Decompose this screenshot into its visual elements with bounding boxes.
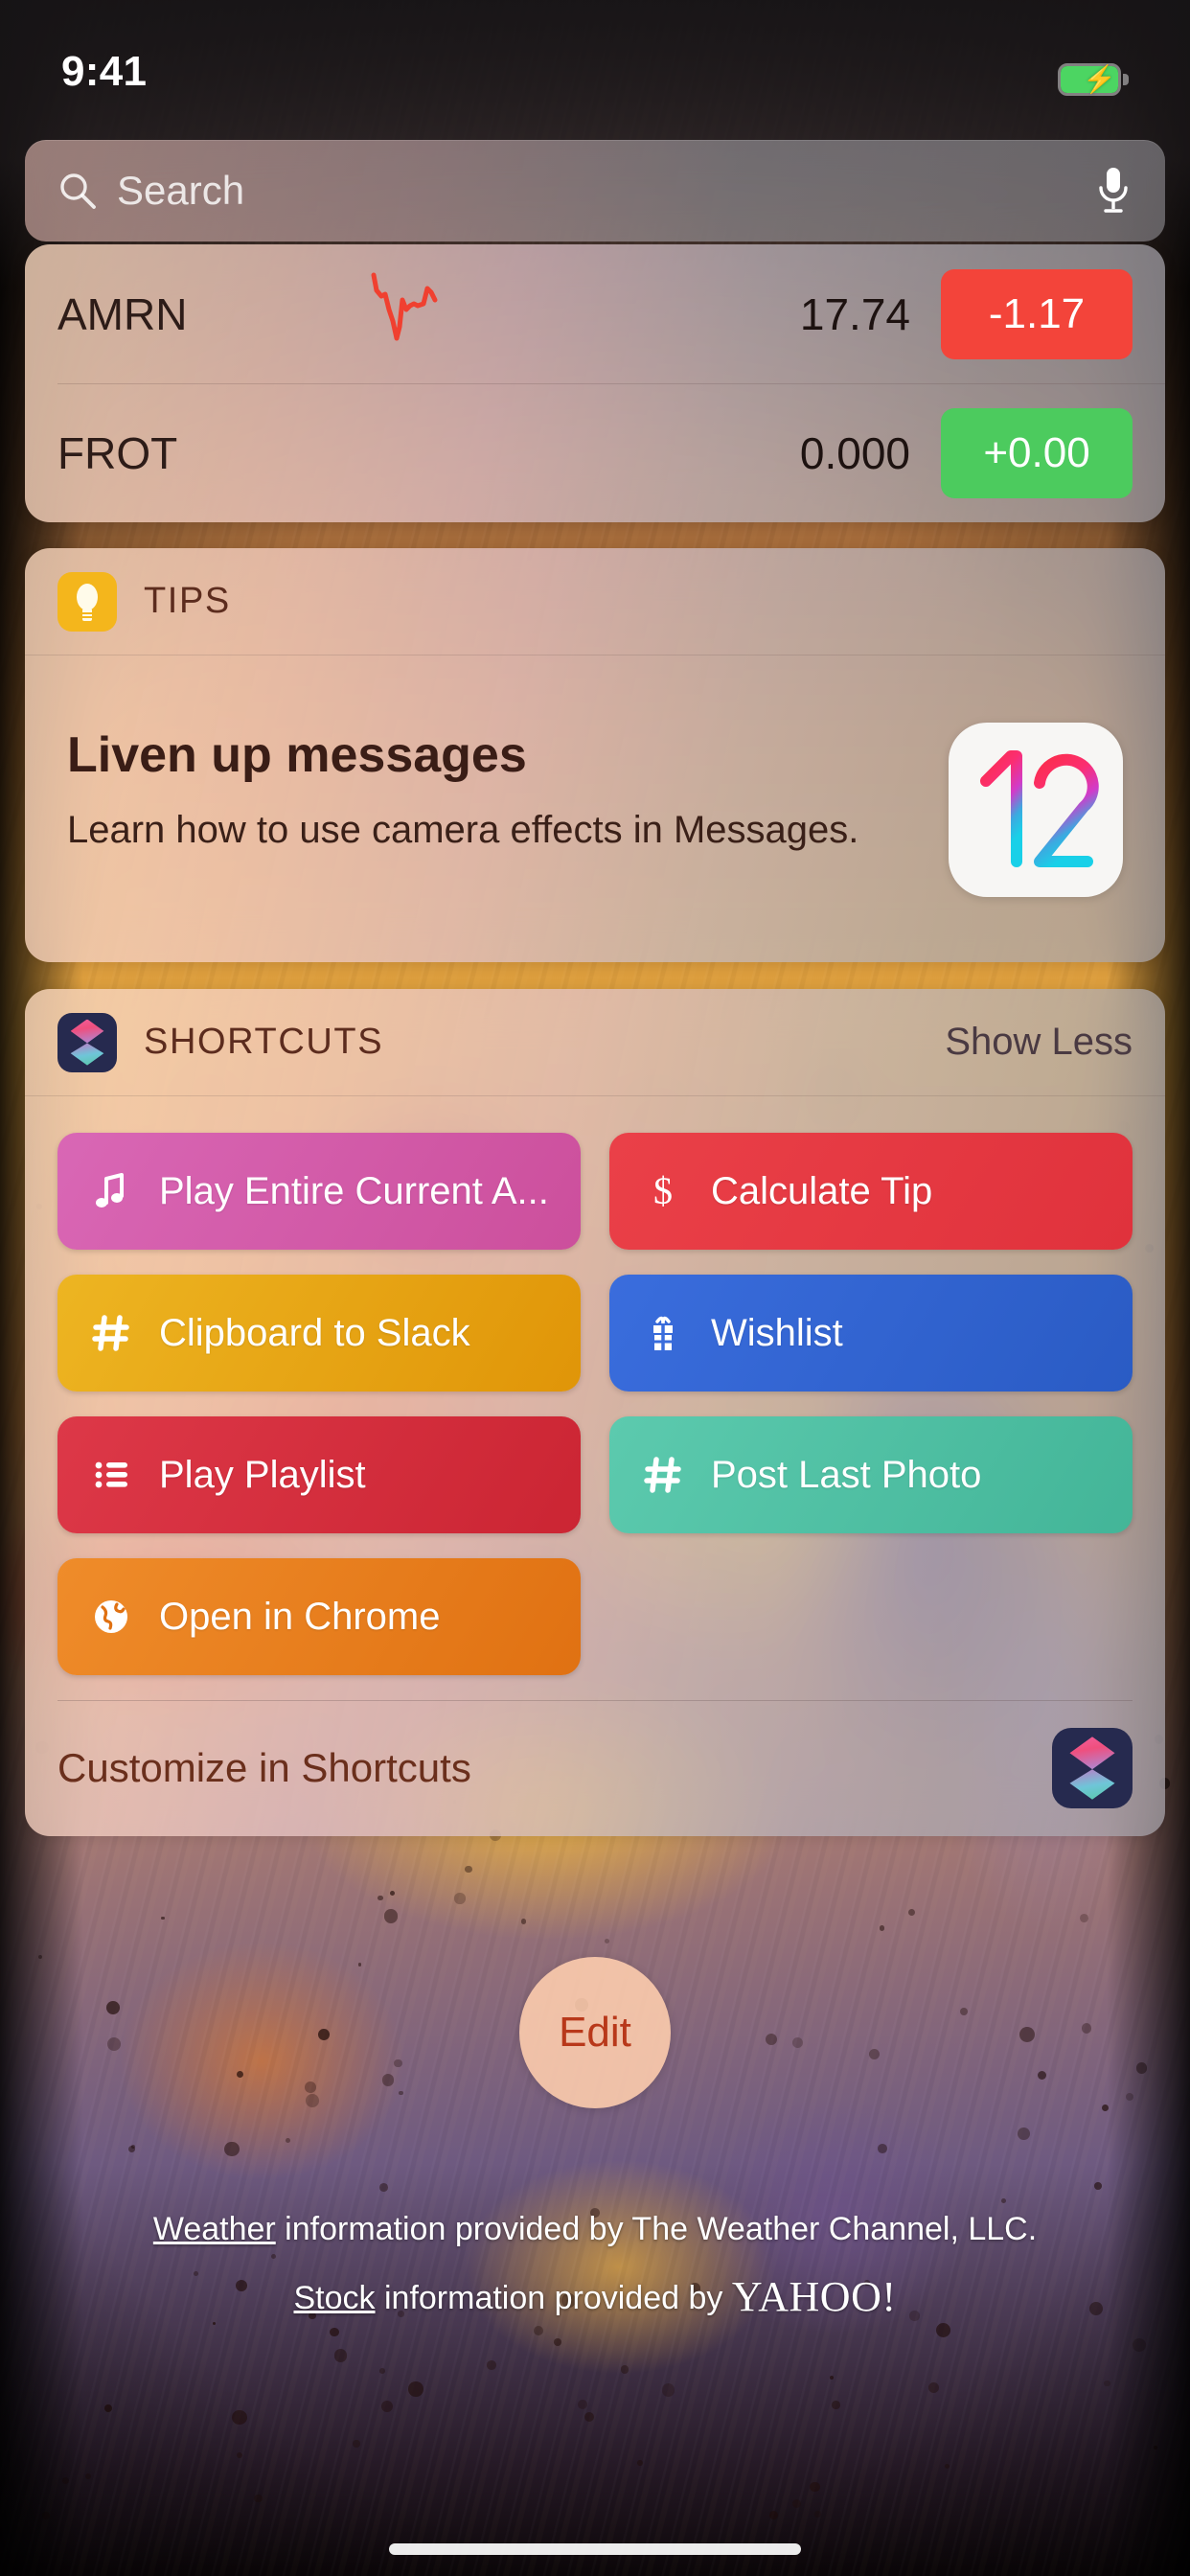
stock-symbol: FROT	[57, 427, 178, 478]
stock-sparkline-chart	[345, 271, 489, 357]
shortcut-button[interactable]: Wishlist	[609, 1275, 1133, 1392]
attribution-footer: Weather information provided by The Weat…	[0, 2204, 1190, 2339]
stock-price: 0.000	[799, 427, 910, 478]
shortcut-label: Wishlist	[711, 1311, 843, 1354]
iphone-today-view-screen: 9:41 ⚡ Search AMRN 17.74 -1.17 FROT 0.00…	[0, 0, 1190, 2576]
tips-text-block: Liven up messages Learn how to use camer…	[67, 723, 949, 852]
shortcuts-grid: Play Entire Current A... $ Calculate Tip	[25, 1096, 1165, 1675]
gift-icon	[636, 1306, 690, 1360]
stock-sparkline-chart	[345, 410, 489, 496]
stock-change-badge: -1.17	[941, 268, 1133, 359]
yahoo-logo: YAHOO!	[731, 2272, 897, 2320]
microphone-icon[interactable]	[1094, 166, 1133, 216]
stock-attribution-text: information provided by	[375, 2279, 732, 2316]
stock-row[interactable]: FROT 0.000 +0.00	[25, 383, 1165, 522]
shortcuts-widget-header: SHORTCUTS Show Less	[25, 989, 1165, 1096]
status-bar-right-cluster: ⚡	[1058, 63, 1129, 96]
tips-widget-title: TIPS	[144, 581, 231, 621]
shortcut-label: Open in Chrome	[159, 1595, 441, 1638]
weather-attribution-text: information provided by The Weather Chan…	[275, 2211, 1038, 2247]
status-bar: 9:41 ⚡	[0, 0, 1190, 113]
stock-price: 17.74	[799, 288, 910, 339]
status-bar-time: 9:41	[61, 48, 148, 95]
shortcut-label: Play Playlist	[159, 1453, 366, 1496]
hashtag-icon	[84, 1306, 138, 1360]
globe-icon	[84, 1590, 138, 1644]
shortcuts-app-icon	[57, 1012, 117, 1072]
shortcuts-app-icon[interactable]	[1052, 1728, 1133, 1808]
tips-widget-body[interactable]: Liven up messages Learn how to use camer…	[25, 656, 1165, 897]
customize-in-shortcuts-row[interactable]: Customize in Shortcuts	[25, 1700, 1165, 1836]
search-bar[interactable]: Search	[25, 140, 1165, 242]
shortcuts-widget-title: SHORTCUTS	[144, 1022, 384, 1062]
tips-widget-header: TIPS	[25, 548, 1165, 656]
weather-attribution: Weather information provided by The Weat…	[0, 2204, 1190, 2255]
stock-link[interactable]: Stock	[293, 2280, 375, 2316]
search-icon	[57, 171, 98, 211]
stocks-widget[interactable]: AMRN 17.74 -1.17 FROT 0.000 +0.00	[25, 244, 1165, 522]
shortcuts-widget[interactable]: SHORTCUTS Show Less Play Entire Current …	[25, 989, 1165, 1836]
stock-attribution: Stock information provided by YAHOO!	[0, 2265, 1190, 2330]
lightbulb-icon	[57, 571, 117, 632]
shortcut-button[interactable]: $ Calculate Tip	[609, 1133, 1133, 1250]
weather-link[interactable]: Weather	[153, 2211, 276, 2247]
home-indicator[interactable]	[389, 2543, 801, 2555]
ios-12-icon	[949, 723, 1123, 897]
shortcut-button[interactable]: Play Entire Current A...	[57, 1133, 581, 1250]
shortcut-button[interactable]: Post Last Photo	[609, 1416, 1133, 1533]
stock-change-badge: +0.00	[941, 407, 1133, 498]
stock-symbol: AMRN	[57, 288, 188, 339]
shortcut-button[interactable]: Play Playlist	[57, 1416, 581, 1533]
shortcut-button[interactable]: Open in Chrome	[57, 1558, 581, 1675]
tips-widget[interactable]: TIPS Liven up messages Learn how to use …	[25, 548, 1165, 962]
svg-text:$: $	[653, 1170, 673, 1212]
stock-row[interactable]: AMRN 17.74 -1.17	[25, 244, 1165, 383]
list-icon	[84, 1448, 138, 1502]
search-input[interactable]: Search	[117, 168, 1094, 214]
hashtag-icon	[636, 1448, 690, 1502]
shortcut-label: Calculate Tip	[711, 1169, 933, 1212]
dollar-sign-icon: $	[636, 1164, 690, 1218]
customize-in-shortcuts-label: Customize in Shortcuts	[57, 1745, 471, 1790]
battery-charging-icon: ⚡	[1058, 63, 1129, 96]
today-view-content: Search AMRN 17.74 -1.17 FROT 0.000 +0.00…	[0, 0, 1190, 2576]
shortcut-label: Post Last Photo	[711, 1453, 982, 1496]
shortcut-label: Play Entire Current A...	[159, 1169, 549, 1212]
tip-subtitle: Learn how to use camera effects in Messa…	[67, 809, 859, 851]
tip-title: Liven up messages	[67, 727, 527, 783]
shortcut-button[interactable]: Clipboard to Slack	[57, 1275, 581, 1392]
shortcut-label: Clipboard to Slack	[159, 1311, 470, 1354]
edit-button[interactable]: Edit	[519, 1957, 671, 2108]
show-less-button[interactable]: Show Less	[945, 1021, 1133, 1064]
music-note-icon	[84, 1164, 138, 1218]
